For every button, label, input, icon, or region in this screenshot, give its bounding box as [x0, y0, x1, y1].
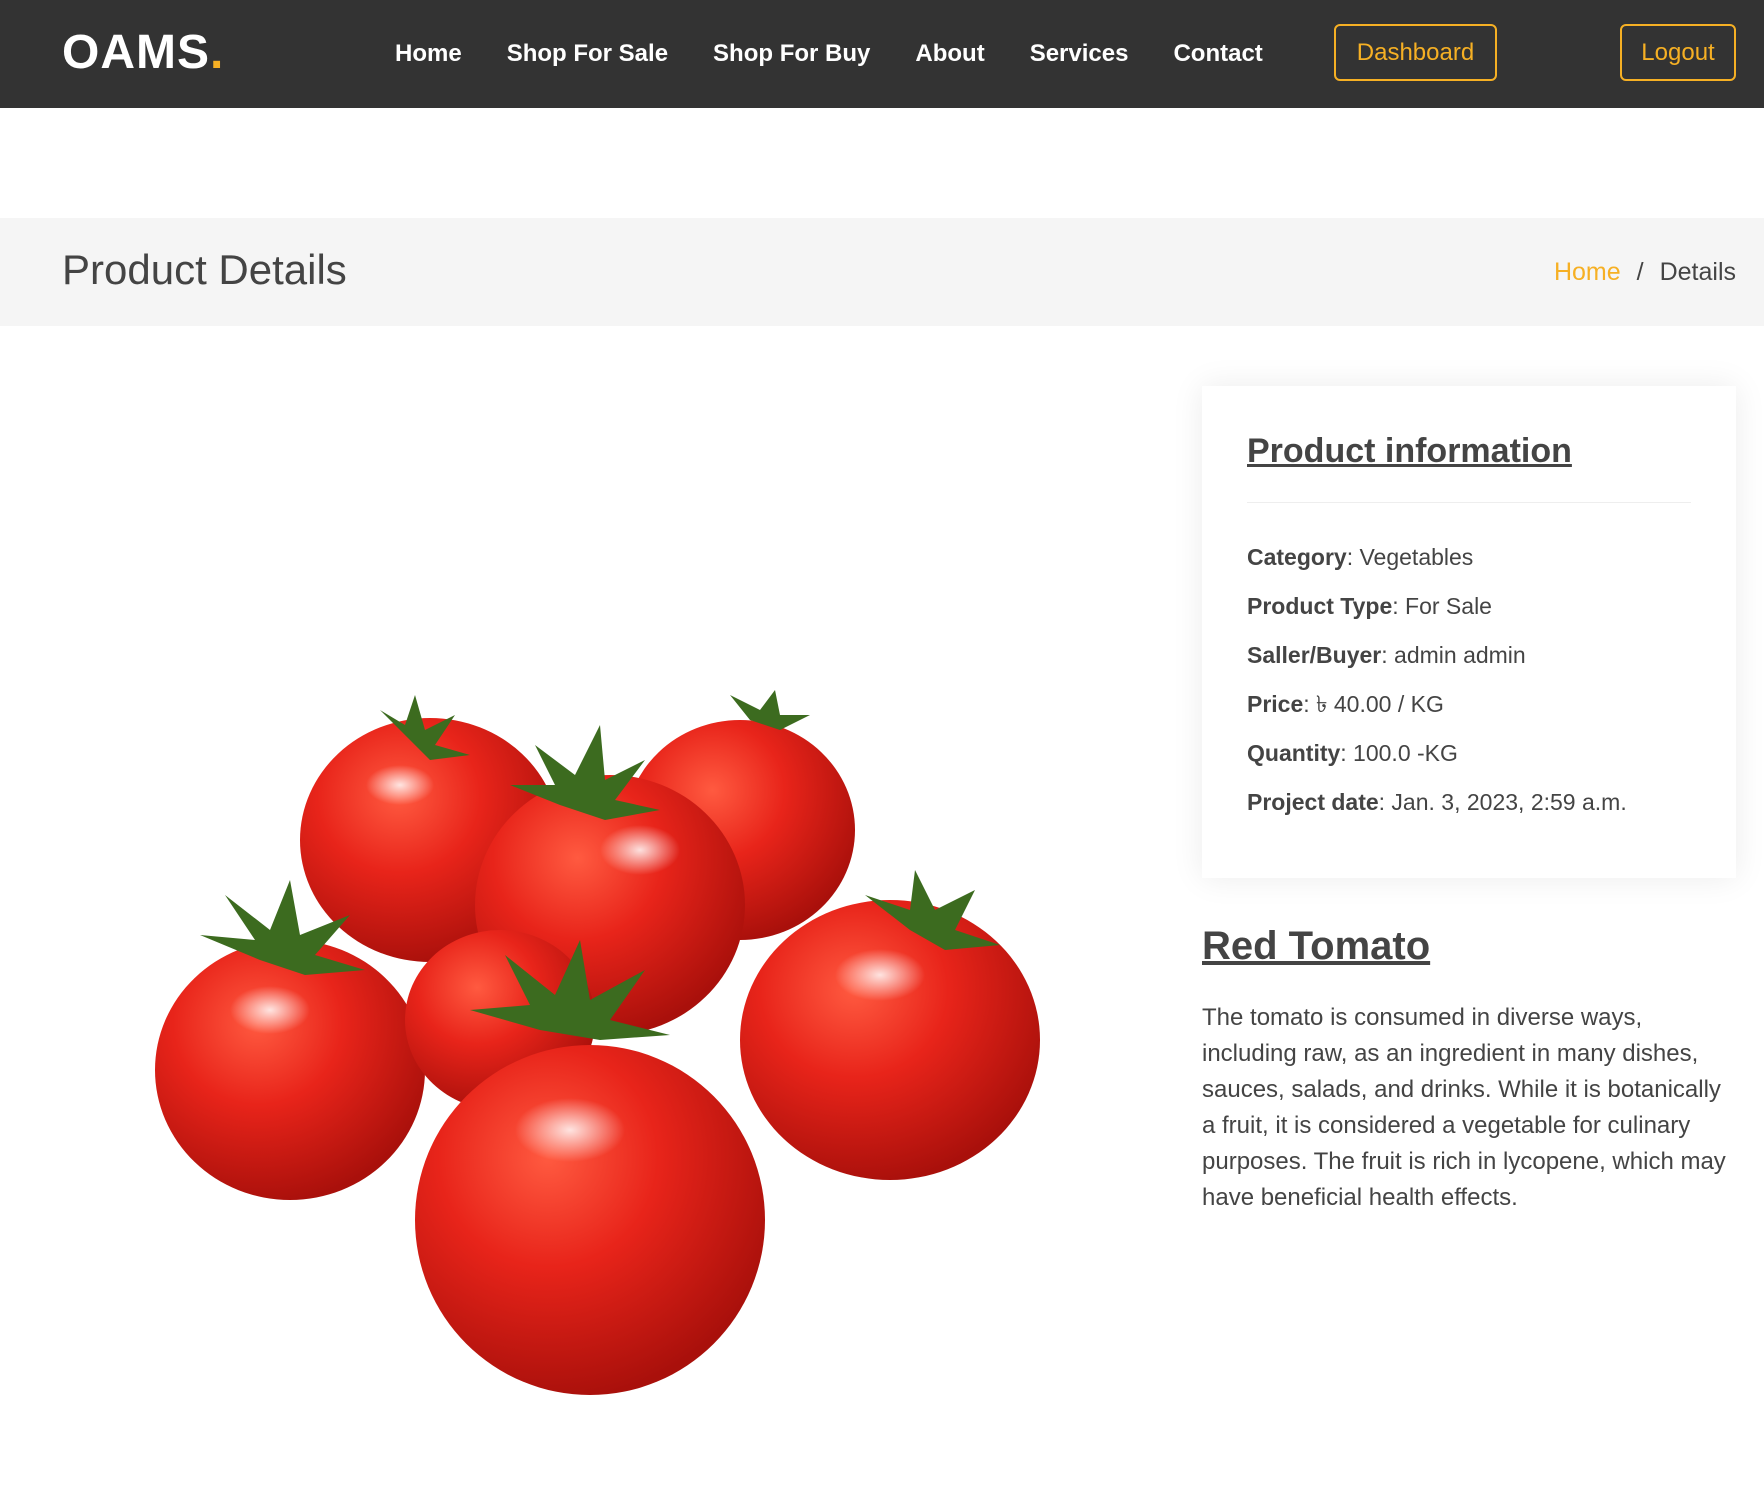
product-name: Red Tomato	[1202, 924, 1431, 968]
product-description: The tomato is consumed in diverse ways, …	[1202, 1004, 1726, 1211]
info-row-product-type: Product Type: For Sale	[1247, 582, 1691, 631]
top-navbar: OAMS. Home Shop For Sale Shop For Buy Ab…	[0, 0, 1764, 108]
info-label: Category	[1247, 544, 1347, 570]
info-value: : ৳ 40.00 / KG	[1303, 691, 1444, 717]
breadcrumb: Home / Details	[1554, 256, 1736, 288]
tomato-illustration	[155, 690, 1040, 1395]
info-label: Saller/Buyer	[1247, 642, 1382, 668]
info-label: Quantity	[1247, 740, 1341, 766]
nav-contact[interactable]: Contact	[1173, 40, 1262, 67]
breadcrumb-current: Details	[1659, 258, 1736, 286]
info-row-quantity: Quantity: 100.0 -KG	[1247, 729, 1691, 778]
page-title: Product Details	[62, 246, 347, 293]
logo-text[interactable]: OAMS	[62, 26, 210, 79]
info-row-project-date: Project date: Jan. 3, 2023, 2:59 a.m.	[1247, 778, 1691, 827]
nav-shop-for-buy[interactable]: Shop For Buy	[713, 40, 870, 67]
breadcrumbs-band: Product Details Home / Details	[0, 218, 1764, 326]
breadcrumb-home-link[interactable]: Home	[1554, 258, 1621, 286]
nav-shop-for-sale[interactable]: Shop For Sale	[507, 40, 668, 67]
product-info-list: Category: Vegetables Product Type: For S…	[1247, 533, 1691, 827]
info-row-seller-buyer: Saller/Buyer: admin admin	[1247, 631, 1691, 680]
logo-dot: .	[210, 26, 225, 79]
info-label: Project date	[1247, 789, 1379, 815]
logout-button[interactable]: Logout	[1620, 24, 1736, 81]
main-nav: Home Shop For Sale Shop For Buy About Se…	[395, 0, 1263, 108]
info-value: : For Sale	[1392, 593, 1492, 619]
product-image	[140, 690, 1080, 1410]
info-row-category: Category: Vegetables	[1247, 533, 1691, 582]
product-info-heading: Product information	[1247, 430, 1691, 503]
nav-services[interactable]: Services	[1030, 40, 1129, 67]
nav-about[interactable]: About	[915, 40, 984, 67]
info-label: Product Type	[1247, 593, 1393, 619]
breadcrumb-separator: /	[1636, 258, 1644, 286]
info-value: : 100.0 -KG	[1340, 740, 1458, 766]
site-logo[interactable]: OAMS.	[62, 26, 224, 80]
dashboard-button[interactable]: Dashboard	[1334, 24, 1497, 81]
nav-home[interactable]: Home	[395, 40, 462, 67]
product-info-card: Product information Category: Vegetables…	[1202, 386, 1736, 878]
info-row-price: Price: ৳ 40.00 / KG	[1247, 680, 1691, 729]
info-label: Price	[1247, 691, 1304, 717]
info-value: : admin admin	[1381, 642, 1526, 668]
info-value: : Jan. 3, 2023, 2:59 a.m.	[1378, 789, 1627, 815]
info-value: : Vegetables	[1346, 544, 1474, 570]
